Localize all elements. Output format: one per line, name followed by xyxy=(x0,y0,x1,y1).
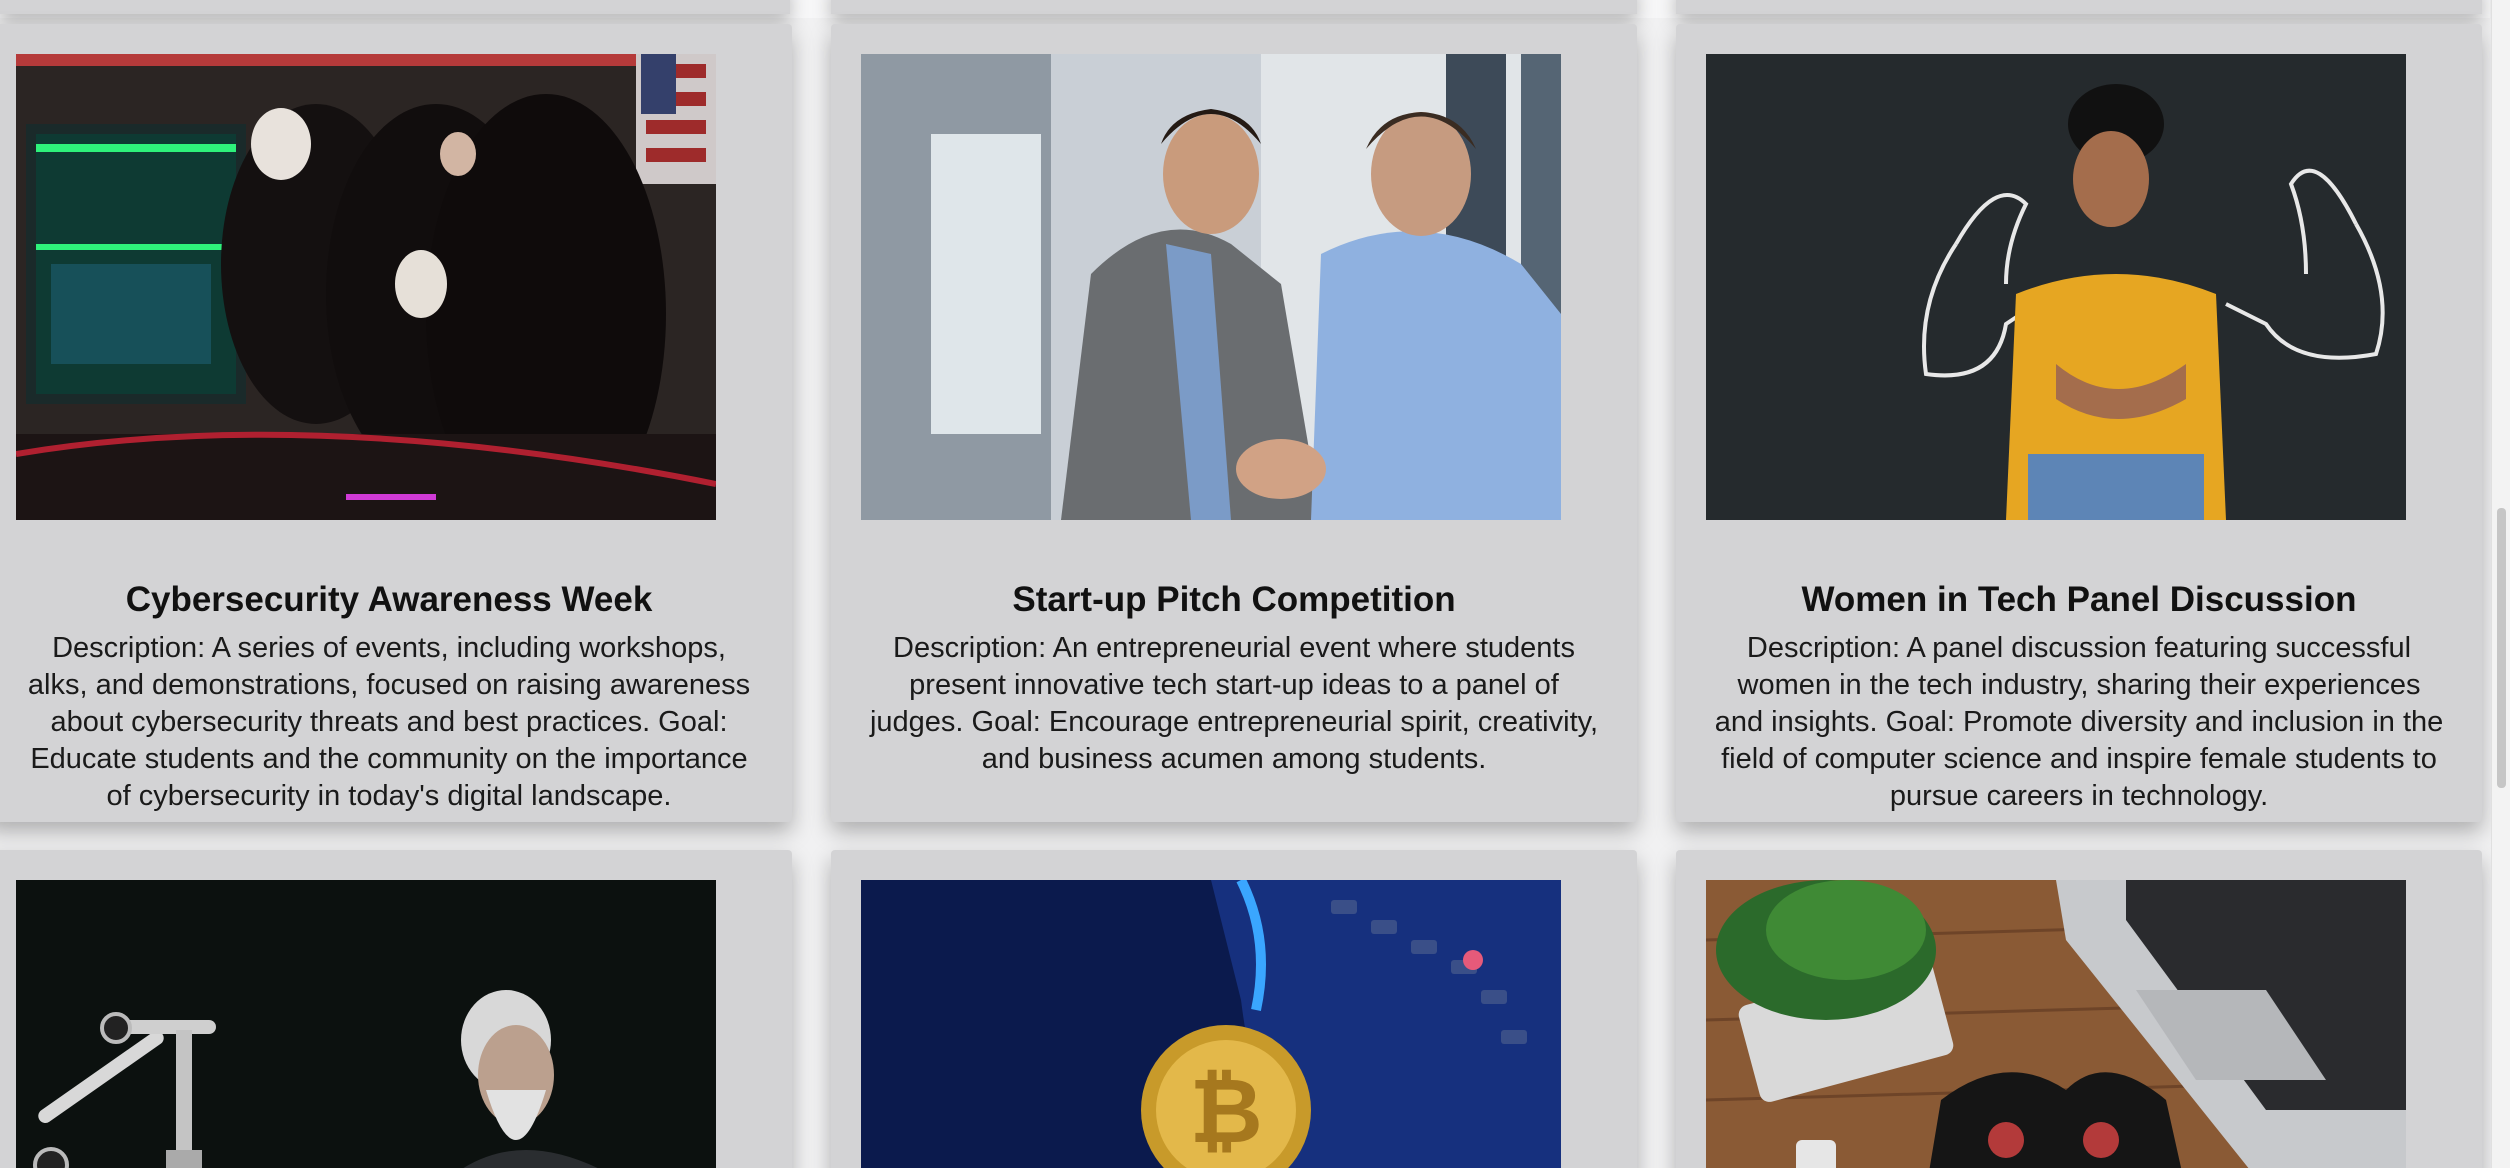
previous-card-stub xyxy=(0,0,790,14)
event-description: Description: A panel discussion featurin… xyxy=(1676,630,2482,815)
robot-arm-photo xyxy=(16,880,716,1168)
event-image: ₿ xyxy=(861,880,1561,1168)
controller-laptop-photo xyxy=(1706,880,2406,1168)
event-title: Start-up Pitch Competition xyxy=(1012,580,1456,619)
event-card-cybersecurity[interactable]: Cybersecurity Awareness Week Description… xyxy=(0,24,792,822)
description-line: alks, and demonstrations, focused on rai… xyxy=(27,669,751,701)
description-line: of cybersecurity in today's digital land… xyxy=(106,780,672,812)
description-line: Description: A series of events, includi… xyxy=(52,632,726,664)
woman-chalkboard-photo xyxy=(1706,54,2406,520)
bitcoin-photo: ₿ xyxy=(861,880,1561,1168)
scrollbar-thumb[interactable] xyxy=(2497,508,2506,788)
event-image xyxy=(1706,54,2406,520)
event-card-crypto[interactable]: ₿ xyxy=(831,850,1637,1168)
event-title: Women in Tech Panel Discussion xyxy=(1801,580,2357,619)
description-line: Description: A panel discussion featurin… xyxy=(1746,632,2412,664)
event-card-startup-pitch[interactable]: Start-up Pitch Competition Description: … xyxy=(831,24,1637,822)
description-line: pursue careers in technology. xyxy=(1889,780,2269,812)
description-line: present innovative tech start-up ideas t… xyxy=(909,669,1559,701)
event-title: Cybersecurity Awareness Week xyxy=(125,580,653,619)
event-description: Description: An entrepreneurial event wh… xyxy=(831,630,1637,778)
vertical-scrollbar[interactable] xyxy=(2491,0,2510,1168)
svg-text:₿: ₿ xyxy=(1189,1059,1262,1164)
event-image xyxy=(1706,880,2406,1168)
event-card-women-in-tech[interactable]: Women in Tech Panel Discussion Descripti… xyxy=(1676,24,2482,822)
event-image xyxy=(861,54,1561,520)
description-line: Educate students and the community on th… xyxy=(30,743,748,775)
description-line: about cybersecurity threats and best pra… xyxy=(50,706,728,738)
previous-card-stub xyxy=(831,0,1637,14)
hackers-photo xyxy=(16,54,716,520)
previous-card-stub xyxy=(1676,0,2482,14)
event-image xyxy=(16,880,716,1168)
event-description: Description: A series of events, includi… xyxy=(0,630,792,815)
description-line: women in the tech industry, sharing thei… xyxy=(1737,669,2421,701)
event-image xyxy=(16,54,716,520)
events-grid-viewport: Cybersecurity Awareness Week Description… xyxy=(0,0,2510,1168)
description-line: field of computer science and inspire fe… xyxy=(1721,743,2437,775)
handshake-photo xyxy=(861,54,1561,520)
event-card-gaming[interactable] xyxy=(1676,850,2482,1168)
description-line: and business acumen among students. xyxy=(981,743,1487,775)
event-card-robotics[interactable] xyxy=(0,850,792,1168)
description-line: and insights. Goal: Promote diversity an… xyxy=(1714,706,2444,738)
description-line: judges. Goal: Encourage entrepreneurial … xyxy=(869,706,1599,738)
description-line: Description: An entrepreneurial event wh… xyxy=(893,632,1575,664)
